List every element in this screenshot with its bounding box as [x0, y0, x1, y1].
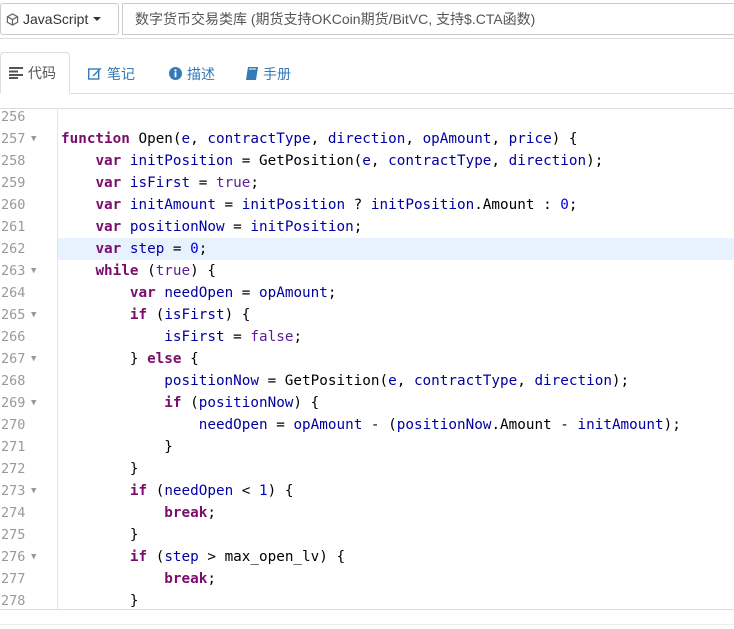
strategy-title-value: 数字货币交易类库 (期货支持OKCoin期货/BitVC, 支持$.CTA函数) [135, 11, 536, 27]
line-number: 271 [1, 439, 26, 455]
line-number: 268 [1, 373, 26, 389]
tab-manual[interactable]: 手册 [246, 53, 316, 94]
edit-icon [88, 67, 102, 80]
code-text: needOpen = opAmount - (positionNow.Amoun… [198, 417, 681, 433]
code-text: while (true) { [95, 263, 216, 279]
code-line[interactable]: 260 var initAmount = initPosition ? init… [0, 194, 734, 216]
line-number: 274 [1, 505, 26, 521]
code-line[interactable]: 266 isFirst = false; [0, 326, 734, 348]
strategy-title-field[interactable]: 数字货币交易类库 (期货支持OKCoin期货/BitVC, 支持$.CTA函数) [122, 3, 734, 35]
fold-arrow-icon[interactable]: ▼ [31, 392, 36, 414]
fold-arrow-icon[interactable]: ▼ [31, 546, 36, 568]
code-line[interactable]: 275 } [0, 524, 734, 546]
code-text: function Open(e, contractType, direction… [61, 131, 578, 147]
line-number: 273 [1, 483, 26, 499]
code-line[interactable]: 263 ▼ while (true) { [0, 260, 734, 282]
code-editor[interactable]: 256 257 ▼ function Open(e, contractType, di… [0, 108, 734, 610]
language-label: JavaScript [23, 11, 89, 27]
editor-toolbar: JavaScript 数字货币交易类库 (期货支持OKCoin期货/BitVC,… [0, 0, 734, 39]
code-line[interactable]: 276 ▼ if (step > max_open_lv) { [0, 546, 734, 568]
code-text: var initPosition = GetPosition(e, contra… [95, 153, 604, 169]
fold-arrow-icon[interactable]: ▼ [31, 128, 36, 150]
code-line[interactable]: 268 positionNow = GetPosition(e, contrac… [0, 370, 734, 392]
code-text: var isFirst = true; [95, 175, 260, 191]
code-text: var initAmount = initPosition ? initPosi… [95, 197, 578, 213]
cube-icon [6, 12, 19, 26]
code-line[interactable]: 272 } [0, 458, 734, 480]
fold-arrow-icon[interactable]: ▼ [31, 260, 36, 282]
code-text: var step = 0; [58, 238, 734, 260]
line-number: 277 [1, 571, 26, 587]
code-line[interactable]: 269 ▼ if (positionNow) { [0, 392, 734, 414]
code-line[interactable]: 278 } [0, 590, 734, 609]
info-circle-icon [169, 67, 182, 80]
tab-notes-label: 笔记 [107, 65, 135, 82]
line-number: 267 [1, 351, 26, 367]
line-number: 262 [1, 241, 26, 257]
tab-code-label: 代码 [28, 65, 56, 81]
fold-arrow-icon[interactable]: ▼ [31, 480, 36, 502]
book-icon [246, 67, 258, 80]
code-line[interactable]: 261 var positionNow = initPosition; [0, 216, 734, 238]
language-select-button[interactable]: JavaScript [0, 3, 119, 35]
code-line[interactable]: 256 [0, 109, 734, 128]
code-text: } [61, 439, 173, 455]
code-text: } [61, 461, 139, 477]
align-left-icon [9, 67, 23, 79]
code-line[interactable]: 273 ▼ if (needOpen < 1) { [0, 480, 734, 502]
code-line[interactable]: 274 break; [0, 502, 734, 524]
code-text: if (positionNow) { [164, 395, 320, 411]
code-line[interactable]: 258 var initPosition = GetPosition(e, co… [0, 150, 734, 172]
code-text: if (step > max_open_lv) { [129, 549, 346, 565]
code-text: } [61, 527, 139, 543]
code-line[interactable]: 262 var step = 0; [0, 238, 734, 260]
line-number: 260 [1, 197, 26, 213]
code-line[interactable]: 265 ▼ if (isFirst) { [0, 304, 734, 326]
code-line[interactable]: 277 break; [0, 568, 734, 590]
tab-description[interactable]: 描述 [169, 53, 239, 94]
line-number: 256 [1, 109, 26, 125]
line-number: 258 [1, 153, 26, 169]
line-number: 276 [1, 549, 26, 565]
code-line[interactable]: 259 var isFirst = true; [0, 172, 734, 194]
line-number: 278 [1, 593, 26, 609]
line-number: 264 [1, 285, 26, 301]
code-line[interactable]: 257 ▼ function Open(e, contractType, direc… [0, 128, 734, 150]
line-number: 266 [1, 329, 26, 345]
line-number: 265 [1, 307, 26, 323]
code-line[interactable]: 271 } [0, 436, 734, 458]
chevron-down-icon [93, 17, 102, 21]
tab-code[interactable]: 代码 [0, 52, 70, 94]
line-number: 263 [1, 263, 26, 279]
line-number: 269 [1, 395, 26, 411]
code-text: } [61, 593, 139, 609]
line-number: 275 [1, 527, 26, 543]
tab-manual-label: 手册 [263, 65, 291, 82]
code-text: var needOpen = opAmount; [129, 285, 337, 301]
tab-description-label: 描述 [187, 65, 215, 82]
code-line[interactable]: 264 var needOpen = opAmount; [0, 282, 734, 304]
code-text: if (needOpen < 1) { [129, 483, 294, 499]
tab-notes[interactable]: 笔记 [88, 53, 158, 94]
code-line[interactable]: 267 ▼ } else { [0, 348, 734, 370]
line-number: 257 [1, 131, 26, 147]
bottom-divider [0, 624, 734, 625]
line-number: 270 [1, 417, 26, 433]
line-number: 261 [1, 219, 26, 235]
code-text: break; [164, 571, 216, 587]
code-text: if (isFirst) { [129, 307, 251, 323]
code-text: var positionNow = initPosition; [95, 219, 363, 235]
fold-arrow-icon[interactable]: ▼ [31, 348, 36, 370]
code-text: break; [164, 505, 216, 521]
code-text: } else { [61, 351, 199, 367]
code-text: isFirst = false; [164, 329, 303, 345]
fold-arrow-icon[interactable]: ▼ [31, 304, 36, 326]
code-text: positionNow = GetPosition(e, contractTyp… [164, 373, 630, 389]
line-number: 259 [1, 175, 26, 191]
code-line[interactable]: 270 needOpen = opAmount - (positionNow.A… [0, 414, 734, 436]
line-number: 272 [1, 461, 26, 477]
